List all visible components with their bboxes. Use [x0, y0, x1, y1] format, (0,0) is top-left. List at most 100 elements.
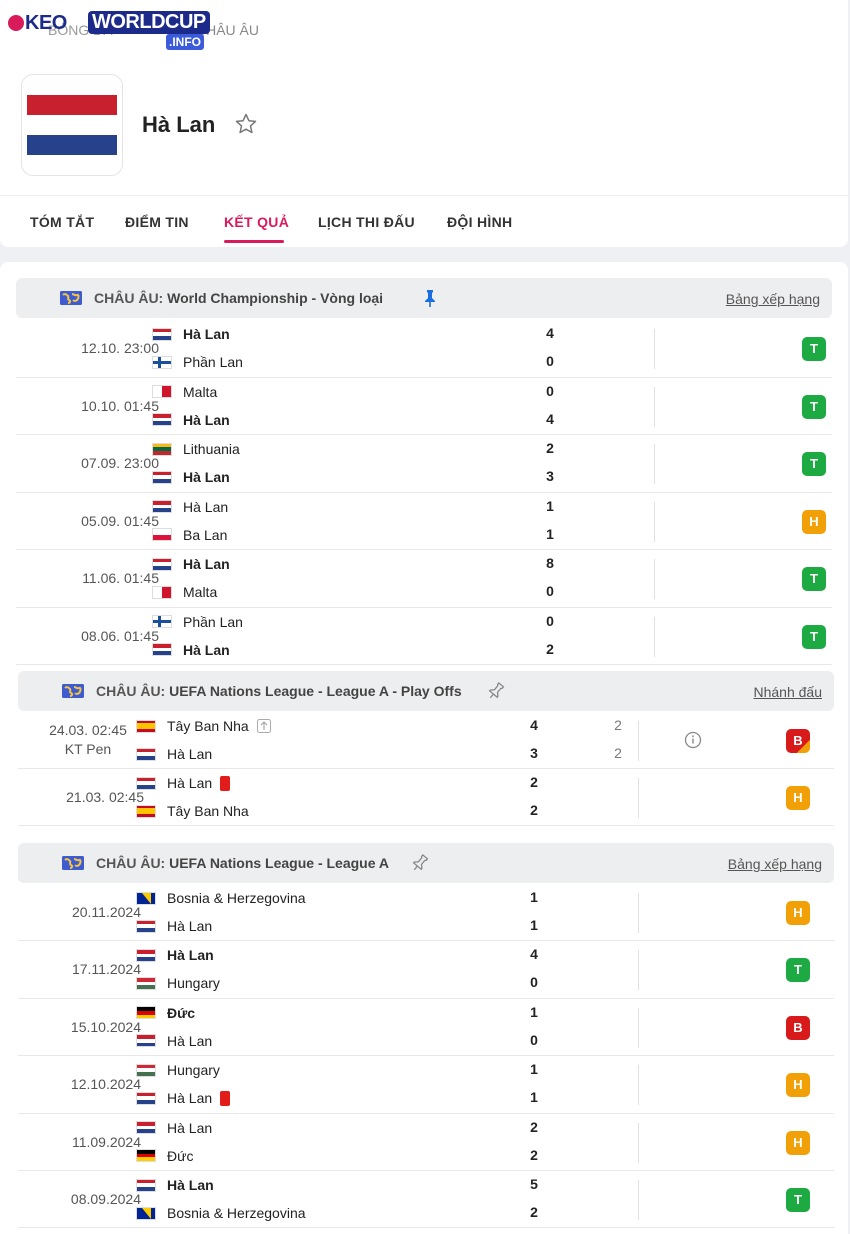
match-date: 10.10. 01:45	[81, 397, 159, 414]
away-team-name: Đức	[167, 1147, 194, 1164]
ba-flag-icon	[136, 1206, 156, 1220]
tab-fixtures[interactable]: LỊCH THI ĐẤU	[318, 214, 415, 230]
fi-flag-icon	[152, 615, 172, 628]
home-team: Đức	[136, 1003, 195, 1023]
away-team: Bosnia & Herzegovina	[136, 1203, 306, 1223]
nl-flag-icon	[136, 1091, 156, 1105]
away-team: Hà Lan	[152, 640, 230, 660]
world-map-icon	[62, 684, 84, 698]
ball-icon	[8, 15, 24, 31]
competition-header[interactable]: CHÂU ÂU: UEFA Nations League - League A B…	[18, 843, 834, 883]
nl-flag-icon	[136, 1121, 156, 1135]
result-badge: H	[802, 509, 826, 534]
home-score: 0	[546, 612, 554, 629]
match-row[interactable]: 07.09. 23:00 Lithuania 2 Hà Lan 3 T	[16, 435, 832, 493]
home-score: 1	[530, 889, 538, 905]
ba-flag-icon	[136, 891, 156, 905]
red-card-icon	[220, 1090, 231, 1106]
home-team: Hà Lan	[136, 1175, 214, 1195]
competition-link[interactable]: Bảng xếp hạng	[726, 291, 820, 307]
nl-flag-icon	[152, 557, 172, 571]
away-team-name: Hungary	[167, 975, 220, 992]
es-flag-icon	[136, 719, 156, 733]
match-row[interactable]: 12.10. 23:00 Hà Lan 4 Phần Lan 0 T	[16, 320, 832, 378]
away-score: 2	[530, 1204, 538, 1220]
tab-summary[interactable]: TÓM TẮT	[30, 214, 94, 230]
match-row[interactable]: 05.09. 01:45 Hà Lan 1 Ba Lan 1 H	[16, 493, 832, 550]
home-team: Tây Ban Nha	[136, 716, 271, 736]
pl-flag-icon	[152, 528, 172, 541]
result-badge: H	[786, 1130, 810, 1155]
match-row[interactable]: 21.03. 02:45 Hà Lan 2 Tây Ban Nha 2 H	[18, 769, 834, 826]
home-team-name: Phần Lan	[183, 613, 243, 630]
row-divider	[638, 721, 639, 761]
pin-icon[interactable]	[486, 681, 506, 701]
away-team: Hà Lan	[136, 744, 212, 764]
match-row[interactable]: 24.03. 02:45 KT Pen Tây Ban Nha 4 2 Hà Lan 3 2 B	[18, 712, 834, 769]
match-row[interactable]: 15.10.2024 Đức 1 Hà Lan 0 B	[18, 999, 834, 1057]
home-score: 5	[530, 1176, 538, 1192]
site-logo[interactable]: KEO WORLDCUP .INFO	[8, 8, 218, 50]
away-team-name: Hà Lan	[183, 469, 230, 485]
away-score: 0	[530, 974, 538, 991]
competition-link[interactable]: Bảng xếp hạng	[728, 856, 822, 872]
pin-active-icon[interactable]	[420, 288, 440, 308]
away-team: Malta	[152, 582, 217, 602]
tab-news[interactable]: ĐIỂM TIN	[125, 214, 189, 230]
match-row[interactable]: 11.06. 01:45 Hà Lan 8 Malta 0 T	[16, 550, 832, 608]
result-badge: T	[786, 1188, 810, 1212]
away-team-name: Hà Lan	[183, 411, 230, 428]
home-score: 2	[530, 1118, 538, 1135]
tab-squad[interactable]: ĐỘI HÌNH	[447, 214, 512, 230]
match-row[interactable]: 08.06. 01:45 Phần Lan 0 Hà Lan 2 T	[16, 608, 832, 665]
home-team: Hà Lan	[136, 773, 231, 793]
match-date: 11.09.2024	[71, 1133, 141, 1150]
active-tab-indicator	[224, 240, 284, 243]
hu-flag-icon	[136, 976, 156, 990]
de-flag-icon	[136, 1149, 156, 1163]
competition-title: CHÂU ÂU: UEFA Nations League - League A	[96, 855, 389, 871]
home-score: 2	[530, 774, 538, 790]
row-divider	[638, 950, 639, 991]
home-team: Hungary	[136, 1060, 220, 1080]
home-score: 4	[546, 325, 554, 341]
away-team: Ba Lan	[152, 525, 227, 545]
competition-link[interactable]: Nhánh đấu	[753, 684, 822, 700]
away-team-name: Hà Lan	[167, 1090, 213, 1107]
away-team: Đức	[136, 1146, 193, 1166]
nl-flag-icon	[136, 747, 156, 761]
match-row[interactable]: 17.11.2024 Hà Lan 4 Hungary 0 T	[18, 941, 834, 999]
home-score: 4	[530, 946, 538, 963]
home-team-name: Tây Ban Nha	[167, 718, 249, 734]
favorite-star-icon[interactable]	[234, 112, 258, 136]
info-icon[interactable]	[684, 731, 702, 749]
match-row[interactable]: 08.09.2024 Hà Lan 5 Bosnia & Herzegovina 2 T	[18, 1171, 834, 1229]
nl-flag-icon	[136, 776, 156, 790]
result-badge: T	[802, 567, 826, 591]
home-team-name: Lithuania	[183, 441, 240, 457]
competition-name: World Championship - Vòng loại	[167, 290, 384, 306]
away-team: Hà Lan	[152, 467, 230, 487]
nl-flag-icon	[152, 470, 172, 484]
match-date: 08.09.2024	[70, 1191, 141, 1207]
nl-flag-icon	[136, 1034, 156, 1048]
match-date: 20.11.2024	[71, 904, 141, 920]
competition-header[interactable]: CHÂU ÂU: World Championship - Vòng loại B…	[16, 278, 832, 318]
away-team-name: Hà Lan	[167, 1032, 213, 1049]
match-row[interactable]: 11.09.2024 Hà Lan 2 Đức 2 H	[18, 1114, 834, 1171]
away-team-name: Hà Lan	[167, 746, 213, 762]
match-row[interactable]: 20.11.2024 Bosnia & Herzegovina 1 Hà Lan 1 H	[18, 884, 834, 942]
match-row[interactable]: 10.10. 01:45 Malta 0 Hà Lan 4 T	[16, 378, 832, 435]
result-badge: B	[786, 729, 810, 753]
match-row[interactable]: 12.10.2024 Hungary 1 Hà Lan 1 H	[18, 1056, 834, 1114]
tab-results[interactable]: KẾT QUẢ	[224, 214, 289, 230]
home-team-name: Bosnia & Herzegovina	[167, 890, 306, 906]
home-team-name: Đức	[167, 1004, 196, 1021]
home-score: 0	[546, 382, 554, 399]
competition-header[interactable]: CHÂU ÂU: UEFA Nations League - League A …	[18, 671, 834, 711]
match-date: 05.09. 01:45	[81, 512, 159, 529]
home-team-name: Hà Lan	[183, 556, 230, 572]
away-score: 0	[546, 353, 554, 369]
pin-icon[interactable]	[410, 853, 430, 873]
competition-region: CHÂU ÂU:	[96, 855, 170, 871]
